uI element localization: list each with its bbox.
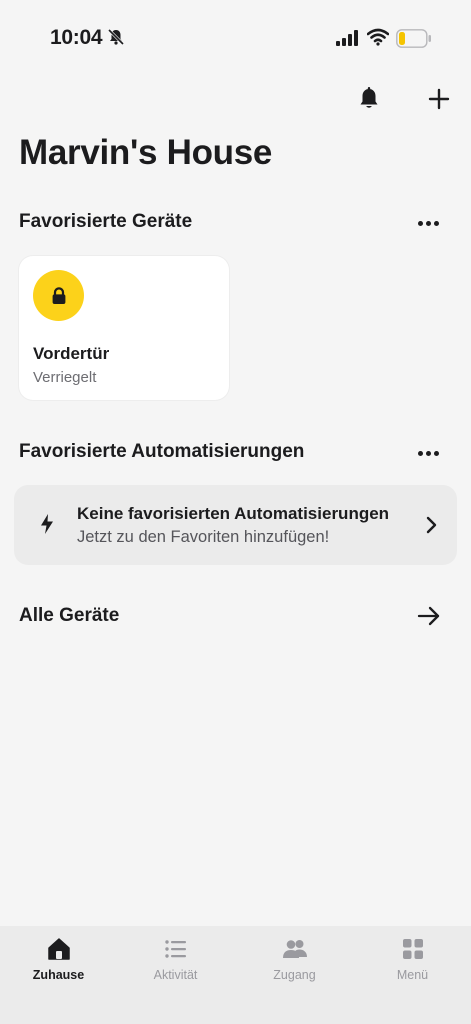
tab-bar: Zuhause Aktivität Zugang Menü [0, 926, 471, 1024]
plus-icon [428, 88, 450, 110]
grid-icon [402, 939, 423, 959]
notifications-button[interactable] [354, 84, 384, 114]
favorite-automations-more-button[interactable] [414, 443, 444, 463]
tab-label: Menü [396, 968, 429, 982]
favorite-devices-more-button[interactable] [414, 213, 444, 233]
tab-label: Zuhause [32, 968, 85, 982]
device-card-front-door[interactable]: Vordertür Verriegelt [19, 256, 229, 400]
tab-menu[interactable]: Menü [354, 926, 471, 1024]
battery-icon [396, 29, 431, 48]
tab-label: Aktivität [153, 968, 198, 982]
people-icon [282, 940, 307, 958]
all-devices-button[interactable] [416, 605, 442, 627]
tab-label: Zugang [273, 968, 316, 982]
lock-icon [33, 270, 84, 321]
status-bar: 10:04 [0, 0, 471, 70]
device-name: Vordertür [33, 344, 110, 363]
bell-icon [360, 87, 378, 108]
device-status: Verriegelt [33, 369, 97, 386]
chevron-right-icon [426, 516, 437, 534]
arrow-right-icon [417, 606, 440, 626]
tab-home[interactable]: Zuhause [0, 926, 117, 1024]
bolt-icon [41, 514, 53, 534]
screen: 10:04 Marvin's House Favorisierte Geräte… [0, 0, 471, 1024]
add-favorite-automation-row[interactable]: Keine favorisierten Automatisierungen Je… [14, 485, 457, 565]
tab-access[interactable]: Zugang [236, 926, 353, 1024]
wifi-icon [367, 28, 389, 46]
home-icon [47, 938, 70, 960]
add-button[interactable] [424, 84, 454, 114]
status-time: 10:04 [50, 26, 103, 49]
list-icon [164, 940, 186, 958]
favorite-devices-title: Favorisierte Geräte [19, 211, 193, 232]
all-devices-title: Alle Geräte [19, 605, 120, 626]
tab-activity[interactable]: Aktivität [117, 926, 234, 1024]
page-title: Marvin's House [19, 133, 273, 172]
automation-empty-subtitle: Jetzt zu den Favoriten hinzufügen! [77, 528, 330, 546]
bell-muted-icon [107, 28, 125, 46]
cellular-signal-icon [336, 30, 358, 46]
favorite-automations-title: Favorisierte Automatisierungen [19, 441, 305, 462]
automation-empty-title: Keine favorisierten Automatisierungen [77, 504, 390, 523]
